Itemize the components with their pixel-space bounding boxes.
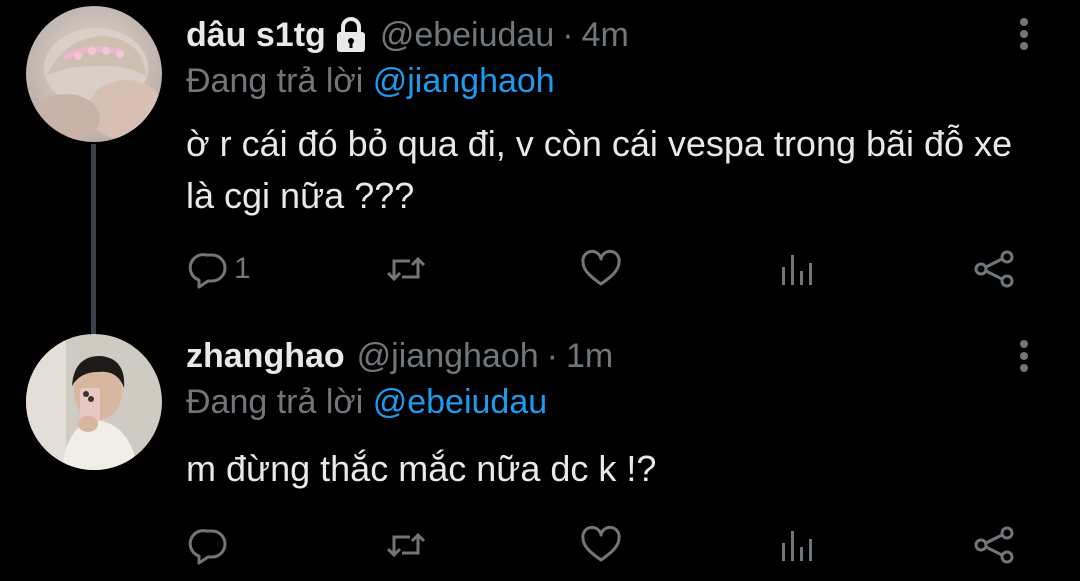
user-handle[interactable]: @jianghaoh [357, 337, 539, 376]
tweet-header: dâu s1tg @ebeiudau · 4m [186, 10, 629, 60]
reply-icon [188, 529, 227, 565]
display-name[interactable]: zhanghao [186, 337, 345, 376]
avatar-jianghaoh[interactable] [26, 334, 162, 470]
display-name[interactable]: dâu s1tg [186, 16, 326, 55]
lock-icon [334, 17, 368, 53]
share-icon [974, 526, 1014, 564]
more-options-icon[interactable] [1014, 14, 1034, 54]
timestamp[interactable]: 1m [566, 337, 613, 376]
analytics-button[interactable] [778, 244, 816, 294]
share-button[interactable] [972, 520, 1016, 570]
replying-to-label: Đang trả lời [186, 383, 364, 421]
retweet-button[interactable] [384, 244, 428, 294]
share-button[interactable] [972, 244, 1016, 294]
like-button[interactable] [580, 520, 622, 570]
heart-icon [581, 525, 621, 562]
user-handle[interactable]: @ebeiudau [380, 16, 554, 55]
analytics-button[interactable] [778, 520, 816, 570]
like-button[interactable] [580, 244, 622, 294]
retweet-icon [386, 532, 426, 558]
retweet-icon [386, 256, 426, 282]
tweet-2[interactable]: zhanghao @jianghaoh · 1m Đang trả lời @e… [0, 330, 1080, 581]
analytics-icon [782, 255, 812, 285]
reply-button[interactable]: 1 [188, 244, 251, 294]
replying-to: Đang trả lời @jianghaoh [186, 62, 555, 101]
mention-link[interactable]: @jianghaoh [373, 62, 555, 100]
share-icon [974, 250, 1014, 288]
tweet-text: ờ r cái đó bỏ qua đi, v còn cái vespa tr… [186, 123, 1013, 216]
tweet-actions: 1 [0, 244, 1080, 294]
retweet-button[interactable] [384, 520, 428, 570]
timestamp[interactable]: 4m [582, 16, 629, 55]
thread-line [91, 144, 96, 334]
tweet-header: zhanghao @jianghaoh · 1m [186, 331, 613, 381]
mention-link[interactable]: @ebeiudau [373, 383, 547, 421]
tweet-text: m đừng thắc mắc nữa dc k !? [186, 448, 657, 489]
separator-dot: · [546, 336, 558, 375]
replying-to: Đang trả lời @ebeiudau [186, 383, 547, 422]
more-options-icon[interactable] [1014, 336, 1034, 376]
tweet-actions [0, 520, 1080, 570]
replying-to-label: Đang trả lời [186, 62, 364, 100]
heart-icon [581, 249, 621, 286]
analytics-icon [782, 531, 812, 561]
avatar-ebeiudau[interactable] [26, 6, 162, 142]
separator-dot: · [562, 15, 574, 54]
reply-count: 1 [234, 252, 251, 285]
tweet-1[interactable]: dâu s1tg @ebeiudau · 4m Đang trả lời @ji… [0, 0, 1080, 334]
reply-button[interactable] [188, 520, 234, 570]
reply-icon [188, 253, 227, 289]
